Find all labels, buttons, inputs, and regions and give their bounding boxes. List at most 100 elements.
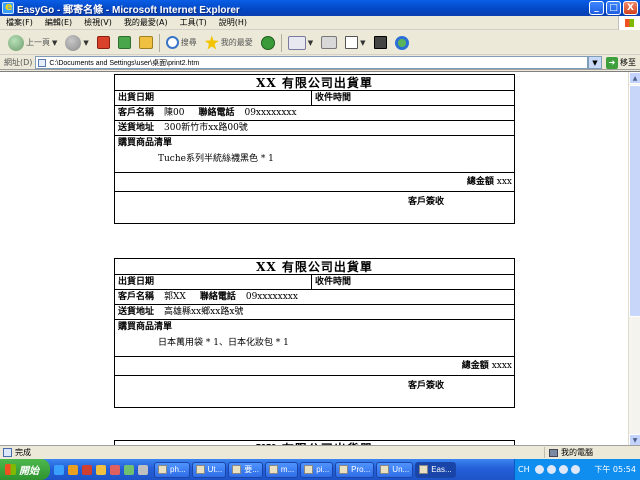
scroll-thumb[interactable] (629, 85, 640, 317)
refresh-button[interactable] (116, 33, 133, 53)
menu-file[interactable]: 檔案(F) (0, 17, 39, 28)
media-player-icon[interactable] (68, 464, 78, 475)
back-button[interactable]: 上一頁 ▼ (6, 33, 59, 53)
customer-row: 客戶名稱 陳00 聯絡電話 09xxxxxxxx (115, 106, 514, 121)
address-dropdown-button[interactable]: ▼ (588, 56, 602, 69)
total-label: 總金額 (461, 361, 489, 371)
invoice-form: XX 有限公司出貨單 出貨日期 收件時間 客戶名稱 陳00 聯絡電話 09xxx… (114, 74, 515, 224)
go-button[interactable]: ➜ 移至 (602, 56, 640, 69)
task-label: ph... (170, 465, 186, 474)
system-tray: CH 下午 05:54 (514, 459, 640, 480)
home-icon (138, 36, 153, 49)
status-text: 完成 (15, 448, 31, 457)
print-button[interactable] (319, 33, 339, 53)
goods-item: 日本萬用袋 * 1、日本化妝包 * 1 (158, 338, 289, 348)
sign-label: 客戶簽收 (408, 381, 445, 391)
ship-date-row: 出貨日期 收件時間 (115, 91, 514, 106)
security-zone: 我的電腦 (561, 448, 593, 457)
favorites-label: 我的最愛 (220, 38, 253, 47)
search-button[interactable]: 搜尋 (164, 33, 199, 53)
title-bar: EasyGo - 郵寄名條 - Microsoft Internet Explo… (0, 0, 640, 16)
window-icon (232, 465, 242, 474)
tray-icon[interactable] (546, 465, 556, 474)
app-icon[interactable] (124, 464, 134, 475)
messenger-button[interactable] (393, 33, 411, 53)
messenger-icon (394, 35, 409, 50)
chevron-down-icon: ▼ (360, 38, 366, 47)
forward-button[interactable]: ▼ (63, 33, 90, 53)
quick-launch (50, 464, 152, 475)
home-button[interactable] (137, 33, 155, 53)
folder-icon[interactable] (96, 464, 106, 475)
tray-icon[interactable] (534, 465, 544, 474)
taskbar-task[interactable]: Pro... (335, 461, 375, 478)
menu-help[interactable]: 說明(H) (213, 17, 253, 28)
clock: 下午 05:54 (594, 465, 636, 474)
window-icon (268, 465, 278, 474)
customer-row: 客戶名稱 郭XX 聯絡電話 09xxxxxxxx (115, 290, 514, 305)
menu-favorites[interactable]: 我的最愛(A) (118, 17, 174, 28)
menu-view[interactable]: 檢視(V) (78, 17, 118, 28)
app-icon[interactable] (82, 464, 92, 475)
stop-button[interactable] (95, 33, 112, 53)
chevron-down-icon: ▼ (83, 38, 89, 47)
windows-logo-icon (5, 464, 16, 475)
task-label: Un... (392, 465, 410, 474)
discuss-icon (373, 36, 387, 49)
stop-icon (96, 36, 110, 49)
address-value: 300新竹市xx路00號 (164, 123, 248, 133)
go-arrow-icon: ➜ (606, 56, 618, 69)
signature-row: 客戶簽收 (115, 376, 514, 407)
task-label: Pro... (351, 465, 371, 474)
vertical-scrollbar[interactable]: ▲ ▼ (628, 72, 640, 445)
tray-icon[interactable] (558, 465, 568, 474)
address-label: 網址(D) (4, 58, 33, 67)
taskbar-task-active[interactable]: Eas... (415, 461, 456, 478)
minimize-button[interactable]: _ (589, 1, 604, 15)
menu-edit[interactable]: 編輯(E) (39, 17, 78, 28)
printer-icon (321, 36, 338, 49)
ship-date-row: 出貨日期 收件時間 (115, 275, 514, 290)
window-icon (195, 465, 205, 474)
scroll-down-button[interactable]: ▼ (629, 434, 640, 445)
goods-section: 購買商品清單 Tuche系列半統絲襪黑色 * 1 (115, 136, 514, 173)
star-icon (204, 35, 219, 50)
volume-icon[interactable] (570, 465, 580, 474)
taskbar-task[interactable]: pi... (300, 461, 334, 478)
menu-bar: 檔案(F) 編輯(E) 檢視(V) 我的最愛(A) 工具(T) 說明(H) (0, 16, 640, 30)
taskbar-task[interactable]: 要... (228, 461, 263, 478)
toolbar: 上一頁 ▼ ▼ 搜尋 我的最愛 ▼ ▼ (0, 31, 640, 55)
app-icon[interactable] (138, 464, 148, 475)
total-label: 總金額 (466, 177, 494, 187)
favorites-button[interactable]: 我的最愛 (203, 33, 255, 53)
phone-label: 聯絡電話 (198, 108, 235, 118)
status-bar: 完成 我的電腦 (0, 445, 640, 459)
computer-icon (549, 448, 558, 457)
language-indicator[interactable]: CH (518, 465, 532, 474)
taskbar-task[interactable]: Un... (376, 461, 414, 478)
menu-tools[interactable]: 工具(T) (174, 17, 213, 28)
discuss-button[interactable] (372, 33, 389, 53)
edit-button[interactable]: ▼ (343, 33, 367, 53)
media-button[interactable] (259, 33, 277, 53)
maximize-button[interactable]: □ (606, 1, 621, 15)
ie-icon[interactable] (54, 464, 64, 475)
phone-label: 聯絡電話 (199, 292, 236, 302)
taskbar-task[interactable]: Ut... (191, 461, 227, 478)
taskbar-task[interactable]: ph... (154, 461, 190, 478)
task-label: Ut... (207, 465, 223, 474)
address-label: 送貨地址 (118, 123, 155, 133)
total-row: 總金額 xxx (115, 173, 514, 192)
start-button[interactable]: 開始 (0, 459, 50, 480)
close-button[interactable]: X (623, 1, 638, 15)
address-input[interactable]: C:\Documents and Settings\user\桌面\print2… (35, 56, 588, 69)
app-icon[interactable] (110, 464, 120, 475)
scroll-up-button[interactable]: ▲ (629, 72, 640, 84)
goods-label: 購買商品清單 (118, 138, 173, 148)
edit-icon (345, 36, 359, 49)
taskbar-task[interactable]: m... (264, 461, 299, 478)
total-value: xxx (496, 177, 512, 187)
mail-button[interactable]: ▼ (286, 33, 315, 53)
refresh-icon (117, 36, 131, 49)
invoice-form: XX 有限公司出貨單 出貨日期 收件時間 客戶名稱 郭XX 聯絡電話 09xxx… (114, 258, 515, 408)
